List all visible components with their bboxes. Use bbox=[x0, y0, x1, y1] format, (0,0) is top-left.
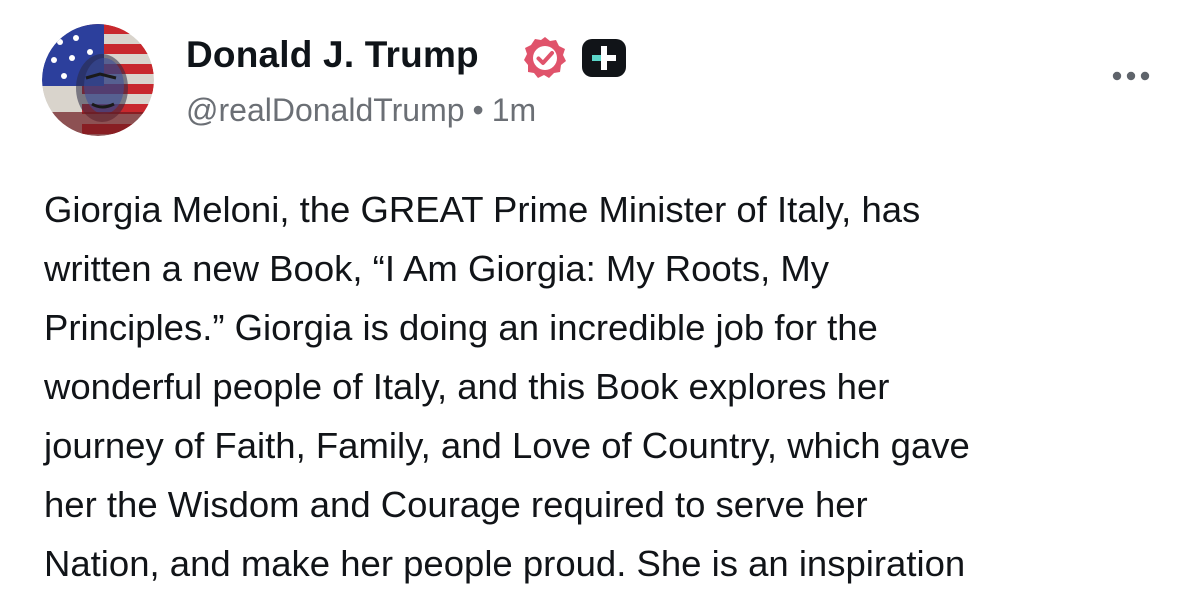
plus-badge-icon bbox=[582, 39, 626, 77]
more-options-icon[interactable] bbox=[1110, 64, 1152, 88]
post-text-line: written a new Book, “I Am Giorgia: My Ro… bbox=[44, 248, 829, 289]
avatar[interactable] bbox=[42, 24, 154, 136]
meta-separator: • bbox=[472, 92, 484, 128]
flag-portrait-avatar-icon bbox=[42, 24, 154, 136]
author-display-name[interactable]: Donald J. Trump bbox=[186, 34, 479, 76]
author-handle[interactable]: @realDonaldTrump bbox=[186, 92, 465, 128]
post-text-line: her the Wisdom and Courage required to s… bbox=[44, 484, 868, 525]
post-text-line: Nation, and make her people proud. She i… bbox=[44, 543, 966, 584]
post-timestamp[interactable]: 1m bbox=[492, 92, 536, 128]
post-text-line: wonderful people of Italy, and this Book… bbox=[44, 366, 890, 407]
post-text: Giorgia Meloni, the GREAT Prime Minister… bbox=[44, 180, 1174, 593]
verified-badge-icon bbox=[524, 37, 566, 78]
post-text-line: Giorgia Meloni, the GREAT Prime Minister… bbox=[44, 189, 921, 230]
author-meta: @realDonaldTrump • 1m bbox=[186, 92, 536, 129]
post-card: Donald J. Trump @realDonaldTrump • 1m Gior… bbox=[0, 0, 1200, 585]
post-text-line: Principles.” Giorgia is doing an incredi… bbox=[44, 307, 878, 348]
post-text-line: journey of Faith, Family, and Love of Co… bbox=[44, 425, 970, 466]
